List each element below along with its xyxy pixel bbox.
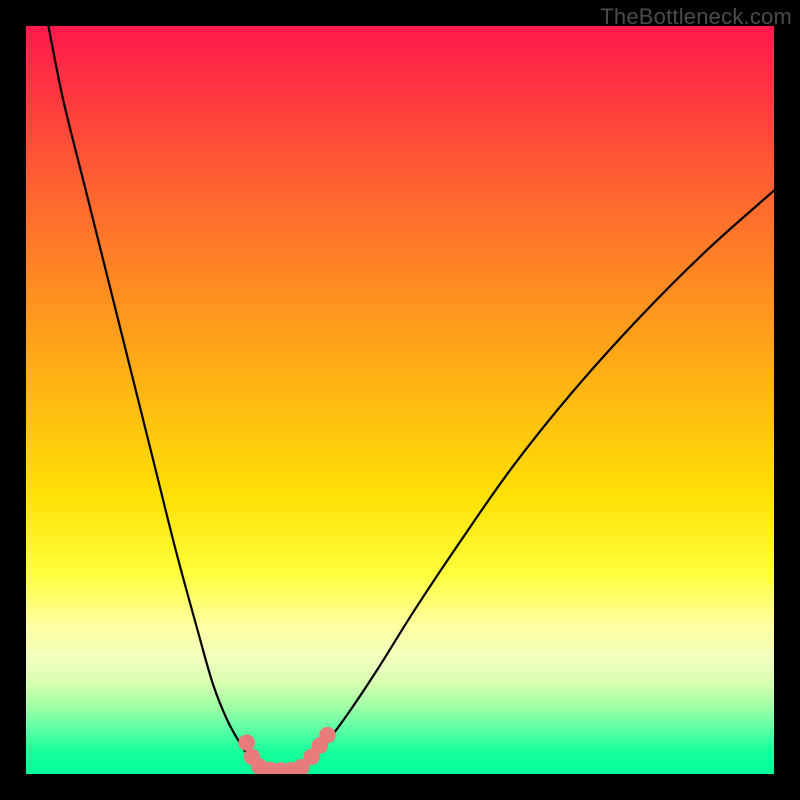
plot-area (26, 26, 774, 774)
chart-frame: TheBottleneck.com (0, 0, 800, 800)
series-left-curve (48, 26, 272, 770)
watermark-text: TheBottleneck.com (600, 4, 792, 30)
marker-group (238, 727, 335, 774)
series-right-curve (295, 191, 774, 771)
data-marker (319, 727, 335, 743)
curve-group (48, 26, 774, 770)
chart-overlay (26, 26, 774, 774)
data-marker (238, 734, 254, 750)
